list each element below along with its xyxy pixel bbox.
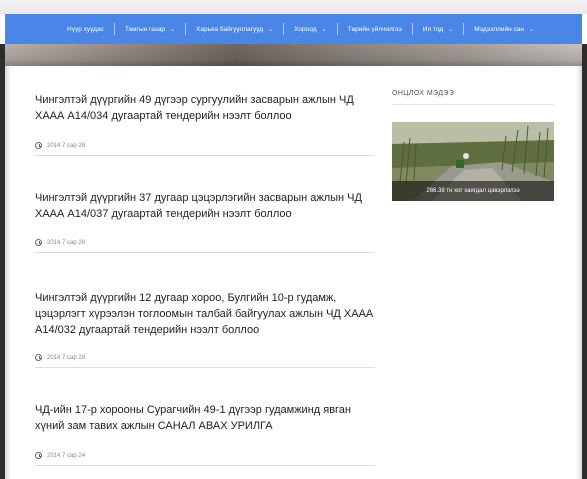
chevron-down-icon: ⌄ <box>268 26 274 33</box>
article-title-link[interactable]: Чингэлтэй дүүргийн 49 дүгээр сургуулийн … <box>35 92 375 124</box>
article-meta: 2014 7 сар 28 <box>35 136 375 156</box>
article-date: 2014 7 сар 28 <box>47 239 86 246</box>
nav-item-label: Хороод <box>294 25 317 33</box>
clock-icon <box>35 452 42 459</box>
main-navbar: Нүүр хуудас Тамгын газар ⌄ Харьяа байгуул… <box>5 14 582 44</box>
chevron-down-icon: ⌄ <box>170 26 176 33</box>
article-date: 2014 7 сар 28 <box>47 142 86 149</box>
article-meta: 2014 7 сар 28 <box>35 233 375 253</box>
article-item[interactable]: Чингэлтэй дүүргийн 37 дугаар цэцэрлэгийн… <box>35 190 375 222</box>
nav-item-label: Харьяа байгууллагууд <box>196 25 264 33</box>
window-edge-right <box>582 44 587 479</box>
nav-item-transparency[interactable]: Ил тод ⌄ <box>413 14 463 44</box>
content-shadow-left <box>5 66 11 479</box>
nav-item-label: Мэдээллийн сан <box>474 25 524 33</box>
header-banner-image <box>5 44 582 66</box>
article-title-link[interactable]: Чингэлтэй дүүргийн 12 дугаар хороо, Булг… <box>35 290 375 338</box>
browser-top-strip <box>0 0 587 14</box>
chevron-down-icon: ⌄ <box>528 26 534 33</box>
nav-item-home[interactable]: Нүүр хуудас <box>57 14 114 44</box>
content-shadow-right <box>576 66 582 479</box>
nav-item-khoroos[interactable]: Хороод ⌄ <box>284 14 336 44</box>
nav-item-label: Тамгын газар <box>124 25 165 33</box>
article-meta: 2014 7 сар 28 <box>35 348 375 368</box>
featured-news-caption[interactable]: 266.38 тн хог хаягдал цэвэрлэлээ <box>392 181 554 201</box>
sidebar-divider <box>392 104 554 105</box>
article-item[interactable]: Чингэлтэй дүүргийн 49 дүгээр сургуулийн … <box>35 92 375 124</box>
article-date: 2014 7 сар 24 <box>47 452 86 459</box>
nav-item-organizations[interactable]: Харьяа байгууллагууд ⌄ <box>186 14 283 44</box>
clock-icon <box>35 239 42 246</box>
chevron-down-icon: ⌄ <box>448 26 454 33</box>
nav-item-label: Ил тод <box>422 25 444 33</box>
nav-item-label: Нүүр хуудас <box>67 25 104 33</box>
chevron-down-icon: ⌄ <box>321 26 327 33</box>
article-title-link[interactable]: ЧД-ийн 17-р хорооны Сурагчийн 49-1 дүгээ… <box>35 402 375 434</box>
nav-item-database[interactable]: Мэдээллийн сан ⌄ <box>464 14 544 44</box>
nav-item-label: Төрийн үйлчилгээ <box>347 25 402 33</box>
article-item[interactable]: Чингэлтэй дүүргийн 12 дугаар хороо, Булг… <box>35 290 375 338</box>
sidebar-title: ОНЦЛОХ МЭДЭЭ <box>392 90 455 97</box>
nav-item-public-services[interactable]: Төрийн үйлчилгээ <box>338 14 412 44</box>
nav-item-secretariat[interactable]: Тамгын газар ⌄ <box>115 14 185 44</box>
featured-news-card[interactable]: 266.38 тн хог хаягдал цэвэрлэлээ <box>392 122 554 201</box>
clock-icon <box>35 142 42 149</box>
clock-icon <box>35 354 42 361</box>
article-date: 2014 7 сар 28 <box>47 354 86 361</box>
article-title-link[interactable]: Чингэлтэй дүүргийн 37 дугаар цэцэрлэгийн… <box>35 190 375 222</box>
article-meta: 2014 7 сар 24 <box>35 446 375 466</box>
article-item[interactable]: ЧД-ийн 17-р хорооны Сурагчийн 49-1 дүгээ… <box>35 402 375 434</box>
